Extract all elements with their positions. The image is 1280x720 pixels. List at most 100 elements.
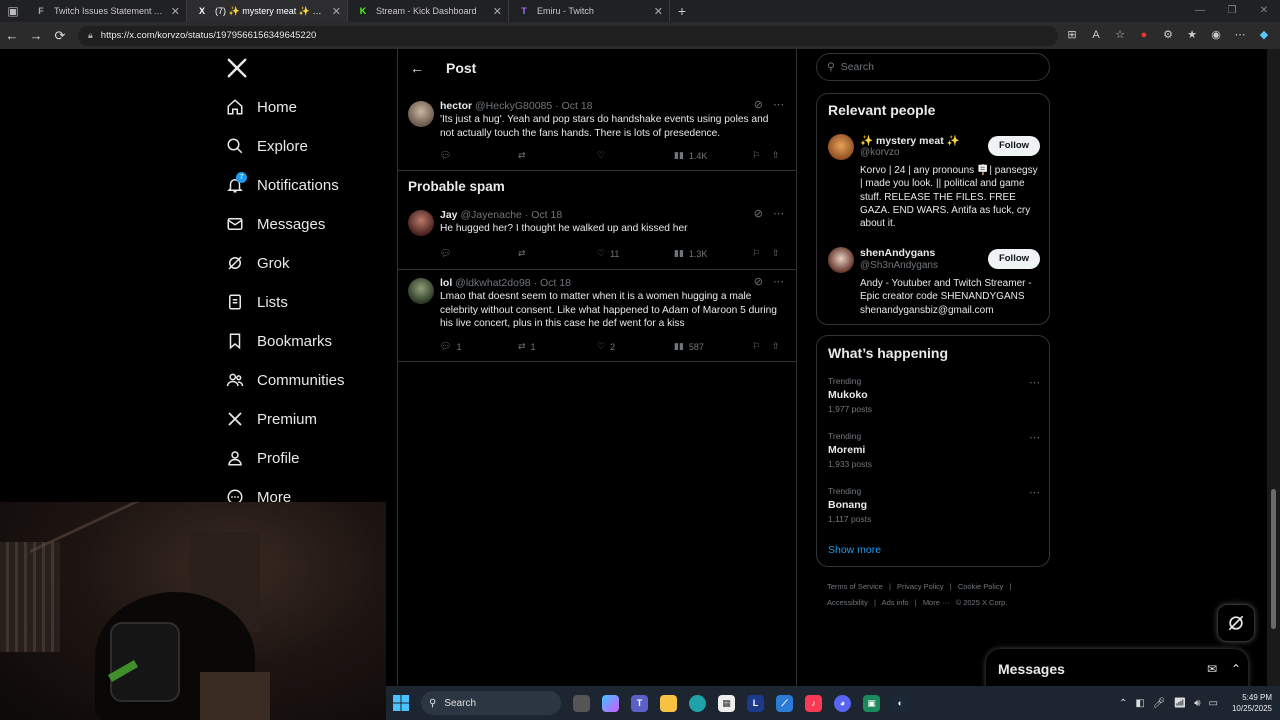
lock-icon[interactable]: 🔒︎ xyxy=(88,30,93,41)
post-date[interactable]: Oct 18 xyxy=(562,100,593,112)
edge-browser-icon[interactable] xyxy=(683,686,712,720)
reply-button[interactable]: 💬︎ xyxy=(440,248,456,259)
url-field[interactable]: 🔒︎ https://x.com/korvzo/status/197956615… xyxy=(78,25,1058,46)
grok-fab-button[interactable] xyxy=(1217,604,1255,642)
copilot-app-icon[interactable] xyxy=(596,686,625,720)
taskbar-search[interactable]: ⚲ Search xyxy=(421,691,561,715)
tab-close-icon[interactable]: ✕ xyxy=(493,5,502,18)
avatar[interactable] xyxy=(828,134,854,160)
expand-icon[interactable]: ⌃ xyxy=(1224,662,1248,676)
more-icon[interactable]: ⋯ xyxy=(1029,376,1040,389)
green-app-icon[interactable]: ▣ xyxy=(857,686,886,720)
teams-app-icon[interactable]: T xyxy=(625,686,654,720)
back-icon[interactable]: ← xyxy=(0,28,24,43)
volume-icon[interactable]: 🔊︎ xyxy=(1194,698,1200,709)
nav-grok[interactable]: Grok xyxy=(226,251,290,275)
read-aloud-icon[interactable]: A xyxy=(1088,26,1104,44)
nav-messages[interactable]: Messages xyxy=(226,212,325,236)
discord-app-icon[interactable]: ◕ xyxy=(828,686,857,720)
avatar[interactable] xyxy=(408,101,434,127)
start-button[interactable] xyxy=(386,686,415,720)
file-explorer-icon[interactable] xyxy=(654,686,683,720)
share-button[interactable]: ⇧ xyxy=(772,341,780,352)
reply-post[interactable]: hector @HeckyG80085 · Oct 18 ⊘ ⋯ 'Its ju… xyxy=(398,93,796,171)
author-handle[interactable]: @ldkwhat2do98 xyxy=(455,277,530,289)
person-name[interactable]: shenAndygans xyxy=(860,247,935,259)
more-icon[interactable]: ⋯ xyxy=(773,207,784,220)
avatar[interactable] xyxy=(408,210,434,236)
app-tray-icon[interactable]: ◧ xyxy=(1135,698,1144,709)
extensions-icon[interactable]: ⚙ xyxy=(1160,26,1176,44)
person-handle[interactable]: @korvzo xyxy=(860,147,900,158)
bookmark-button[interactable]: ⚐ xyxy=(752,150,760,161)
browser-tab[interactable]: T Emiru - Twitch ✕ xyxy=(509,0,670,22)
bookmark-button[interactable]: ⚐ xyxy=(752,341,760,352)
mic-icon[interactable]: 🎤︎ xyxy=(1153,698,1166,709)
back-arrow-icon[interactable]: ← xyxy=(410,60,428,76)
footer-link[interactable]: Terms of Service xyxy=(827,582,883,591)
task-view-icon[interactable] xyxy=(567,686,596,720)
grok-icon[interactable]: ⊘ xyxy=(754,207,763,220)
tab-actions-icon[interactable]: ▣ xyxy=(0,0,26,22)
reply-button[interactable]: 💬︎ xyxy=(440,150,456,161)
reply-button[interactable]: 💬︎ 1 xyxy=(440,341,461,352)
copilot-icon[interactable]: ◆ xyxy=(1256,26,1272,44)
steam-app-icon[interactable]: ◐ xyxy=(886,686,915,720)
like-button[interactable]: ♡ 2 xyxy=(597,341,615,352)
favorites-icon[interactable]: ★ xyxy=(1184,26,1200,44)
app-icon[interactable]: ⊞ xyxy=(1064,26,1080,44)
more-icon[interactable]: ⋯ xyxy=(773,98,784,111)
vector-app-icon[interactable]: ⟋ xyxy=(770,686,799,720)
trend-item[interactable]: Trending Bonang 1,117 posts ⋯ xyxy=(828,486,1040,524)
spam-post[interactable]: Jay @Jayenache · Oct 18 ⊘ ⋯ He hugged he… xyxy=(398,202,796,270)
views-button[interactable]: ▮▮ 1.4K xyxy=(674,150,707,161)
reload-icon[interactable]: ⟳ xyxy=(48,28,72,44)
extension-icon[interactable]: ● xyxy=(1136,26,1152,44)
menu-icon[interactable]: ⋯ xyxy=(1232,26,1248,44)
more-icon[interactable]: ⋯ xyxy=(1029,486,1040,499)
author-handle[interactable]: @Jayenache xyxy=(460,209,521,221)
new-message-icon[interactable]: ✉ xyxy=(1200,662,1224,676)
repost-button[interactable]: ⇄ xyxy=(518,248,531,259)
nav-profile[interactable]: Profile xyxy=(226,446,300,470)
like-button[interactable]: ♡ 11 xyxy=(597,248,619,259)
tab-close-icon[interactable]: ✕ xyxy=(332,5,341,18)
minimize-icon[interactable]: — xyxy=(1184,0,1216,22)
bookmark-button[interactable]: ⚐ xyxy=(752,248,760,259)
grok-icon[interactable]: ⊘ xyxy=(754,98,763,111)
messages-drawer[interactable]: Messages ✉ ⌃ xyxy=(986,649,1248,686)
search-input[interactable]: ⚲ Search xyxy=(816,53,1050,81)
trend-item[interactable]: Trending Mukoko 1,977 posts ⋯ xyxy=(828,376,1040,414)
post-date[interactable]: Oct 18 xyxy=(540,277,571,289)
author-handle[interactable]: @HeckyG80085 xyxy=(475,100,552,112)
author-name[interactable]: hector xyxy=(440,100,472,112)
repost-button[interactable]: ⇄ 1 xyxy=(518,341,536,352)
share-button[interactable]: ⇧ xyxy=(772,248,780,259)
follow-button[interactable]: Follow xyxy=(988,136,1040,156)
browser-tab-active[interactable]: X (7) ✨ mystery meat ✨ on X: "@ ✕ xyxy=(187,0,348,22)
author-name[interactable]: lol xyxy=(440,277,452,289)
avatar[interactable] xyxy=(828,247,854,273)
spam-post[interactable]: lol @ldkwhat2do98 · Oct 18 ⊘ ⋯ Lmao that… xyxy=(398,270,796,362)
post-date[interactable]: Oct 18 xyxy=(531,209,562,221)
show-more-link[interactable]: Show more xyxy=(828,544,881,556)
store-app-icon[interactable]: ▦ xyxy=(712,686,741,720)
music-app-icon[interactable]: ♪ xyxy=(799,686,828,720)
new-tab-button[interactable]: + xyxy=(670,3,694,19)
scrollbar-thumb[interactable] xyxy=(1271,489,1276,629)
profile-avatar-icon[interactable]: ◉ xyxy=(1208,26,1224,44)
chevron-up-icon[interactable]: ⌃ xyxy=(1119,698,1127,709)
avatar[interactable] xyxy=(408,278,434,304)
forward-icon[interactable]: → xyxy=(24,28,48,43)
footer-link[interactable]: More ··· xyxy=(923,598,950,607)
nav-explore[interactable]: Explore xyxy=(226,134,308,158)
repost-button[interactable]: ⇄ xyxy=(518,150,531,161)
clock[interactable]: 5:49 PM 10/25/2025 xyxy=(1232,692,1272,714)
trend-item[interactable]: Trending Moremi 1,933 posts ⋯ xyxy=(828,431,1040,469)
close-window-icon[interactable]: ✕ xyxy=(1248,0,1280,22)
battery-icon[interactable]: ▭ xyxy=(1209,698,1218,709)
person-handle[interactable]: @Sh3nAndygans xyxy=(860,260,938,271)
follow-button[interactable]: Follow xyxy=(988,249,1040,269)
nav-home[interactable]: Home xyxy=(226,95,297,119)
wifi-icon[interactable]: 📶︎ xyxy=(1173,698,1186,709)
